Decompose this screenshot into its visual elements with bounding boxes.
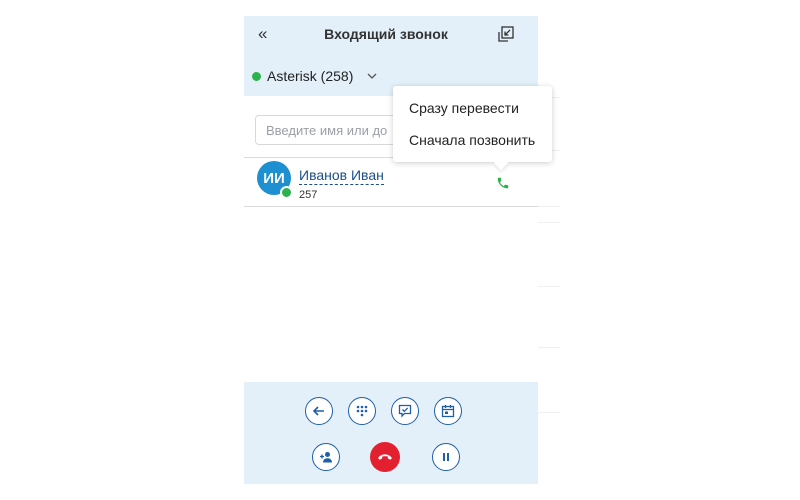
chat-button[interactable] [391,397,419,425]
transfer-options-menu: Сразу перевести Сначала позвонить [393,86,552,171]
calendar-button[interactable] [434,397,462,425]
menu-item-call-first[interactable]: Сначала позвонить [409,132,535,148]
divider [244,206,538,207]
phone-call-icon[interactable] [496,176,510,190]
chat-check-icon [398,404,412,418]
back-arrow-button[interactable] [305,397,333,425]
calendar-icon [441,405,455,418]
menu-item-transfer-now[interactable]: Сразу перевести [409,100,519,116]
hang-up-icon [378,454,392,460]
panel-header: « Входящий звонок Asterisk (258) [244,16,538,96]
account-selector[interactable]: Asterisk (258) [252,68,377,84]
hold-button[interactable] [432,443,460,471]
call-controls [244,382,538,484]
account-name: Asterisk (258) [267,68,354,84]
contact-row[interactable]: ИИ Иванов Иван 257 [244,158,538,206]
back-arrow-icon [312,406,324,416]
dialpad-button[interactable] [348,397,376,425]
chevron-down-icon[interactable] [367,73,377,79]
dialpad-icon [356,405,368,417]
contact-name[interactable]: Иванов Иван [299,167,384,185]
add-participant-icon [320,452,332,463]
minimize-window-icon[interactable] [498,26,514,42]
hang-up-button[interactable] [370,442,400,472]
contact-number: 257 [299,189,318,201]
pause-icon [443,453,449,461]
status-dot [252,71,261,81]
page-title: Входящий звонок [324,26,448,42]
presence-indicator [280,186,293,199]
add-participant-button[interactable] [312,443,340,471]
